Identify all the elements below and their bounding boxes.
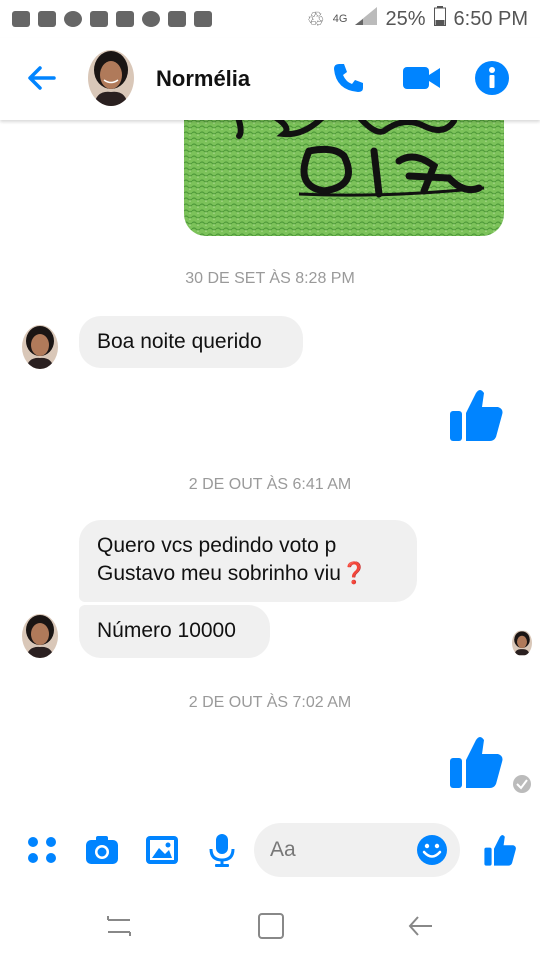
message-list[interactable]: 30 DE SET ÀS 8:28 PM Boa noite querido 2…	[0, 120, 540, 820]
conversation-header: Normélia	[0, 38, 540, 120]
voicemail-icon	[90, 11, 108, 27]
seen-avatar	[512, 630, 532, 656]
recycle-icon: ♲	[306, 8, 325, 31]
received-message[interactable]: Boa noite querido	[79, 316, 303, 368]
message-line: Gustavo meu sobrinho viu❓	[97, 562, 368, 585]
message-input[interactable]	[270, 835, 410, 865]
home-icon[interactable]	[256, 912, 286, 940]
signal-icon	[355, 7, 378, 31]
contact-avatar[interactable]	[88, 50, 134, 106]
phone-icon[interactable]	[330, 60, 366, 96]
timestamp: 2 DE OUT ÀS 7:02 AM	[188, 694, 352, 711]
like-thumb-icon[interactable]	[446, 385, 506, 450]
microphone-icon[interactable]	[204, 832, 240, 868]
timestamp: 2 DE OUT ÀS 6:41 AM	[188, 476, 352, 493]
camera-icon[interactable]	[84, 832, 120, 868]
back-icon[interactable]	[406, 912, 436, 940]
message-input-wrapper[interactable]	[254, 823, 460, 877]
emoji-icon[interactable]	[416, 834, 448, 866]
facebook-icon	[64, 11, 82, 27]
check-icon	[194, 11, 212, 27]
like-thumb-icon[interactable]	[446, 732, 506, 797]
eye-icon	[142, 11, 160, 27]
message-icon	[12, 11, 30, 27]
battery-icon	[433, 6, 446, 32]
send-like-icon[interactable]	[482, 832, 518, 868]
recent-apps-icon[interactable]	[104, 912, 134, 940]
more-options-icon[interactable]	[24, 832, 60, 868]
status-bar: ♲ 4G 25% 6:50 PM	[0, 0, 540, 38]
sender-avatar[interactable]	[22, 614, 58, 658]
video-call-icon[interactable]	[402, 60, 440, 96]
delivered-check-icon	[512, 774, 532, 799]
battery-percent: 25%	[385, 7, 426, 30]
system-nav-bar	[0, 890, 540, 960]
edit-icon	[116, 11, 134, 27]
contact-name[interactable]: Normélia	[156, 66, 250, 92]
info-icon[interactable]	[474, 60, 510, 96]
received-message[interactable]: Quero vcs pedindo voto p Gustavo meu sob…	[79, 520, 417, 602]
message-icon	[38, 11, 56, 27]
received-message[interactable]: Número 10000	[79, 605, 270, 658]
timestamp: 30 DE SET ÀS 8:28 PM	[185, 270, 355, 287]
message-line: Quero vcs pedindo voto p	[97, 534, 337, 557]
back-arrow-icon[interactable]	[24, 60, 60, 96]
clock: 6:50 PM	[453, 7, 528, 30]
composer-bar	[0, 820, 540, 882]
network-type: 4G	[332, 13, 348, 25]
gallery-icon[interactable]	[144, 832, 180, 868]
notification-icons	[12, 11, 212, 27]
sender-avatar[interactable]	[22, 325, 58, 369]
image-message[interactable]	[184, 120, 504, 236]
image-icon	[168, 11, 186, 27]
